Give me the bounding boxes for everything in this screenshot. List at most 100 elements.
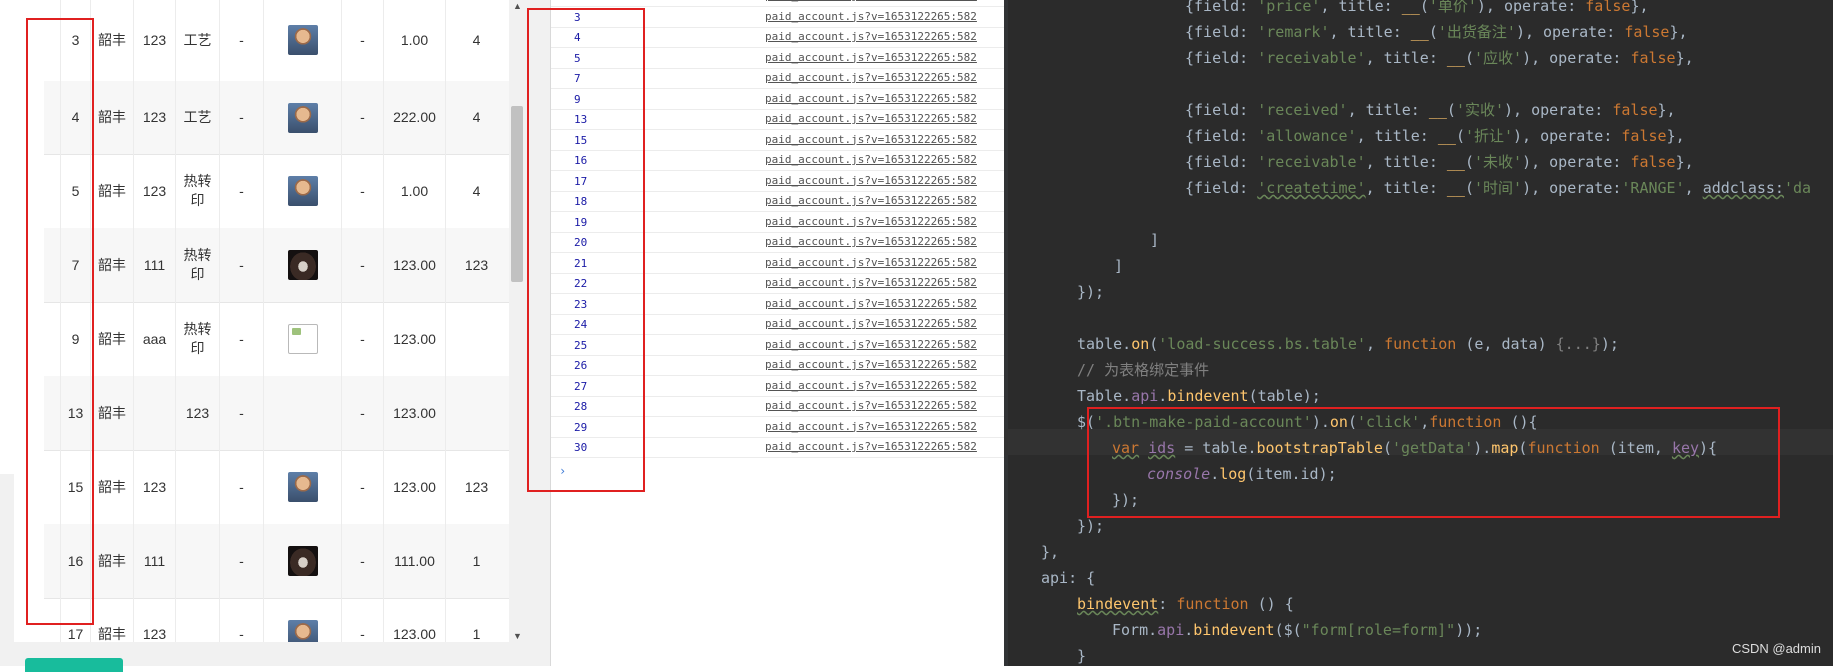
console-source-link[interactable]: paid_account.js?v=1653122265:582 bbox=[765, 174, 977, 187]
code-token: (e, data) bbox=[1456, 335, 1556, 353]
table-row[interactable]: 9 韶丰 aaa 热转印 - -123.00 bbox=[44, 302, 509, 377]
code-token: {...} bbox=[1555, 335, 1601, 353]
code-token: , title: bbox=[1356, 127, 1438, 145]
code-token: ( bbox=[1464, 153, 1474, 171]
code-token: __ bbox=[1437, 127, 1456, 145]
cell-amount-text: 1.00 bbox=[400, 31, 429, 48]
console-source-link[interactable]: paid_account.js?v=1653122265:582 bbox=[765, 297, 977, 310]
product-thumbnail[interactable] bbox=[287, 472, 318, 502]
console-source-link[interactable]: paid_account.js?v=1653122265:582 bbox=[765, 194, 977, 207]
console-source-link[interactable]: paid_account.js?v=1653122265:582 bbox=[765, 133, 977, 146]
console-source-link[interactable]: paid_account.js?v=1653122265:582 bbox=[765, 379, 977, 392]
cell-dash2: - bbox=[341, 0, 383, 81]
product-thumbnail[interactable] bbox=[287, 619, 318, 642]
code-token: {field: bbox=[1185, 101, 1258, 119]
cell-qty-text: 4 bbox=[472, 31, 481, 48]
cell-code-text: 123 bbox=[142, 109, 167, 125]
code-token: }, bbox=[1657, 101, 1676, 119]
cell-process bbox=[175, 524, 219, 598]
console-source-link[interactable]: paid_account.js?v=1653122265:582 bbox=[765, 399, 977, 412]
console-source-link[interactable]: paid_account.js?v=1653122265:582 bbox=[765, 51, 977, 64]
console-source-link[interactable]: paid_account.js?v=1653122265:582 bbox=[765, 112, 977, 125]
cell-process-text: 123 bbox=[185, 404, 210, 421]
console-source-link[interactable]: paid_account.js?v=1653122265:582 bbox=[765, 420, 977, 433]
cell-image bbox=[263, 0, 341, 81]
cell-dash2: - bbox=[341, 228, 383, 302]
broken-image-icon[interactable] bbox=[287, 324, 318, 354]
code-token: , title: bbox=[1320, 0, 1402, 15]
product-thumbnail[interactable] bbox=[287, 102, 318, 133]
code-line: table.on('load-success.bs.table', functi… bbox=[1077, 334, 1619, 354]
console-source-link[interactable]: paid_account.js?v=1653122265:582 bbox=[765, 153, 977, 166]
code-token: bindevent bbox=[1167, 387, 1249, 405]
code-token: ( bbox=[1149, 335, 1159, 353]
console-source-link[interactable]: paid_account.js?v=1653122265:582 bbox=[765, 256, 977, 269]
cell-dash1-text: - bbox=[239, 256, 244, 273]
code-editor[interactable]: {field: 'price', title: __('单价'), operat… bbox=[1004, 0, 1833, 666]
product-thumbnail[interactable] bbox=[287, 250, 318, 280]
console-source-link[interactable]: paid_account.js?v=1653122265:582 bbox=[765, 276, 977, 289]
console-source-link[interactable]: paid_account.js?v=1653122265:582 bbox=[765, 215, 977, 228]
table-row[interactable]: 3 韶丰 123 工艺 - -1.00 4 bbox=[44, 0, 509, 82]
cell-qty: 4 bbox=[445, 81, 507, 154]
cell-dash1-text: - bbox=[239, 330, 244, 347]
code-token: 'remark' bbox=[1257, 23, 1330, 41]
cell-process-text: 热转印 bbox=[183, 321, 212, 356]
code-token: ] bbox=[1150, 231, 1160, 249]
scroll-down-arrow-icon[interactable]: ▼ bbox=[513, 631, 522, 641]
console-source-link[interactable]: paid_account.js?v=1653122265:582 bbox=[765, 0, 977, 2]
code-token: }); bbox=[1077, 517, 1105, 535]
code-token: , title: bbox=[1329, 23, 1411, 41]
cell-dash1: - bbox=[219, 228, 263, 302]
code-line: {field: 'receivable', title: __('应收'), o… bbox=[1185, 48, 1694, 68]
code-token: __ bbox=[1428, 101, 1447, 119]
cell-supplier-text: 韶丰 bbox=[98, 478, 126, 495]
console-source-link[interactable]: paid_account.js?v=1653122265:582 bbox=[765, 440, 977, 453]
code-line: {field: 'received', title: __('实收'), ope… bbox=[1185, 100, 1676, 120]
cell-qty bbox=[445, 376, 507, 450]
product-thumbnail[interactable] bbox=[287, 176, 318, 206]
cell-dash1-text: - bbox=[239, 478, 244, 495]
code-token: false bbox=[1585, 0, 1631, 15]
cell-supplier-text: 韶丰 bbox=[98, 109, 126, 125]
console-source-link[interactable]: paid_account.js?v=1653122265:582 bbox=[765, 71, 977, 84]
table-row[interactable]: 5 韶丰 123 热转印 - -1.00 4 bbox=[44, 154, 509, 229]
table-row[interactable]: 16 韶丰 111- -111.00 1 bbox=[44, 524, 509, 599]
console-source-link[interactable]: paid_account.js?v=1653122265:582 bbox=[765, 317, 977, 330]
table-scrollbar[interactable]: ▲ ▼ bbox=[509, 0, 525, 642]
table-row[interactable]: 13 韶丰 123- -123.00 bbox=[44, 376, 509, 451]
console-source-link[interactable]: paid_account.js?v=1653122265:582 bbox=[765, 30, 977, 43]
console-source-link[interactable]: paid_account.js?v=1653122265:582 bbox=[765, 10, 977, 23]
code-line: {field: 'createtime', title: __('时间'), o… bbox=[1185, 178, 1811, 198]
console-source-link[interactable]: paid_account.js?v=1653122265:582 bbox=[765, 92, 977, 105]
code-token: // 为表格绑定事件 bbox=[1077, 361, 1210, 379]
console-source-link[interactable]: paid_account.js?v=1653122265:582 bbox=[765, 235, 977, 248]
cell-code: 123 bbox=[133, 598, 175, 642]
code-token: ( bbox=[1446, 101, 1456, 119]
table-row[interactable]: 7 韶丰 111 热转印 - -123.00 123 bbox=[44, 228, 509, 303]
table-row[interactable]: 17 韶丰 123 - - 123.00 1 bbox=[44, 598, 509, 642]
scroll-up-arrow-icon[interactable]: ▲ bbox=[513, 1, 522, 11]
scrollbar-thumb[interactable] bbox=[511, 106, 523, 282]
code-line: // 为表格绑定事件 bbox=[1077, 360, 1209, 380]
cell-dash2-text: - bbox=[360, 478, 365, 495]
code-token: }, bbox=[1675, 153, 1694, 171]
table-row[interactable]: 4 韶丰 123 工艺 - -222.00 4 bbox=[44, 81, 509, 155]
code-token: ), operate: bbox=[1513, 127, 1622, 145]
console-source-link[interactable]: paid_account.js?v=1653122265:582 bbox=[765, 338, 977, 351]
cell-dash2: - bbox=[341, 524, 383, 598]
product-thumbnail[interactable] bbox=[287, 25, 318, 55]
cell-code bbox=[133, 376, 175, 450]
make-paid-account-button[interactable] bbox=[25, 658, 123, 672]
cell-dash1: - bbox=[219, 376, 263, 450]
watermark: CSDN @admin bbox=[1731, 641, 1821, 656]
product-thumbnail[interactable] bbox=[287, 546, 318, 576]
cell-supplier: 韶丰 bbox=[90, 302, 133, 376]
cell-amount: 123.00 bbox=[383, 598, 445, 642]
table-row[interactable]: 15 韶丰 123- -123.00 123 bbox=[44, 450, 509, 525]
console-source-link[interactable]: paid_account.js?v=1653122265:582 bbox=[765, 358, 977, 371]
code-token: } bbox=[1077, 647, 1087, 665]
code-token: . bbox=[1158, 387, 1168, 405]
code-token: __ bbox=[1446, 49, 1465, 67]
code-line: {field: 'allowance', title: __('折让'), op… bbox=[1185, 126, 1685, 146]
